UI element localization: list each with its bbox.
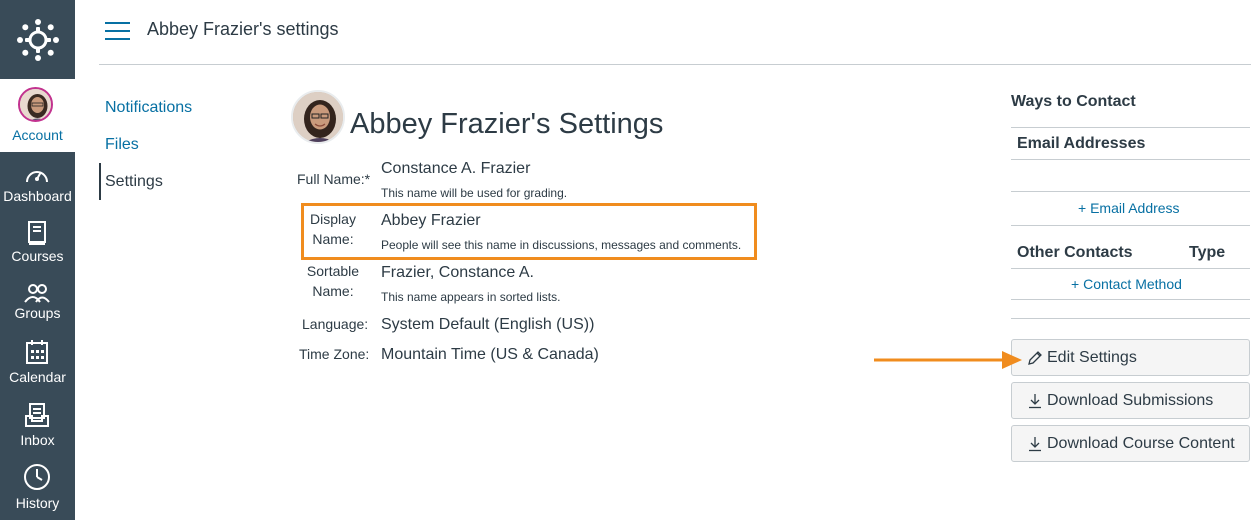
download-submissions-button[interactable]: Download Submissions (1011, 382, 1250, 419)
divider (1011, 191, 1250, 192)
groups-icon (22, 278, 52, 308)
nav-courses-label: Courses (11, 248, 64, 264)
nav-history-label: History (15, 495, 60, 511)
profile-avatar[interactable] (291, 90, 345, 144)
add-contact-label: Contact Method (1083, 276, 1182, 292)
plus-icon: + (1078, 200, 1091, 216)
sortable-name-label-line2: Name: (312, 283, 354, 299)
full-name-value: Constance A. Frazier (381, 160, 531, 177)
display-name-hint: People will see this name in discussions… (381, 238, 742, 252)
nav-courses[interactable]: Courses (0, 218, 75, 268)
language-value: System Default (English (US)) (381, 316, 595, 333)
divider (1011, 318, 1250, 319)
header-divider (99, 64, 1251, 65)
nav-account[interactable]: Account (0, 79, 75, 152)
nav-inbox[interactable]: Inbox (0, 400, 75, 450)
sortable-name-hint: This name appears in sorted lists. (381, 290, 561, 304)
history-icon (22, 462, 52, 492)
full-name-label: Full Name:* (297, 171, 371, 187)
add-email-label: Email Address (1090, 200, 1180, 216)
divider (1011, 299, 1250, 300)
display-name-label-line2: Name: (312, 231, 354, 247)
divider (1011, 225, 1250, 226)
download-icon (1026, 435, 1044, 453)
calendar-icon (22, 337, 52, 367)
canvas-logo-icon[interactable] (0, 0, 75, 79)
nav-dashboard-label: Dashboard (3, 188, 72, 204)
download-submissions-label: Download Submissions (1047, 391, 1214, 409)
timezone-label: Time Zone: (299, 346, 370, 362)
page-title: Abbey Frazier's Settings (350, 108, 664, 140)
full-name-hint: This name will be used for grading. (381, 186, 568, 200)
nav-dashboard[interactable]: Dashboard (0, 160, 75, 210)
download-course-content-label: Download Course Content (1047, 434, 1235, 452)
ways-to-contact-heading: Ways to Contact (1011, 93, 1136, 110)
nav-inbox-label: Inbox (20, 432, 55, 448)
plus-icon: + (1071, 276, 1084, 292)
subnav-notifications-link[interactable]: Notifications (105, 99, 192, 117)
courses-icon (22, 218, 52, 248)
email-addresses-heading: Email Addresses (1017, 135, 1146, 152)
sortable-name-label-line1: Sortable (306, 263, 360, 279)
nav-history[interactable]: History (0, 462, 75, 512)
hamburger-menu-button[interactable] (105, 22, 130, 40)
display-name-value: Abbey Frazier (381, 212, 481, 229)
annotation-arrow-icon (874, 351, 1022, 369)
nav-groups[interactable]: Groups (0, 278, 75, 328)
inbox-icon (22, 400, 52, 430)
account-avatar (18, 87, 53, 122)
add-contact-method-link[interactable]: + Contact Method (1071, 276, 1182, 292)
active-indicator (99, 163, 101, 200)
language-label: Language: (302, 316, 369, 332)
download-course-content-button[interactable]: Download Course Content (1011, 425, 1250, 462)
breadcrumb: Abbey Frazier's settings (147, 19, 339, 39)
nav-calendar-label: Calendar (9, 369, 66, 385)
divider (1011, 268, 1250, 269)
subnav-settings-link[interactable]: Settings (105, 173, 163, 191)
download-icon (1026, 392, 1044, 410)
divider (1011, 127, 1250, 128)
other-contacts-heading: Other Contacts (1017, 244, 1133, 261)
edit-settings-button[interactable]: Edit Settings (1011, 339, 1250, 376)
divider (1011, 159, 1250, 160)
nav-calendar[interactable]: Calendar (0, 337, 75, 387)
nav-groups-label: Groups (14, 305, 61, 321)
nav-account-label: Account (12, 127, 63, 143)
global-navigation: Account Dashboard Courses Groups Calenda… (0, 0, 75, 520)
type-column-heading: Type (1189, 244, 1226, 261)
timezone-value: Mountain Time (US & Canada) (381, 346, 599, 363)
sortable-name-value: Frazier, Constance A. (381, 264, 534, 281)
add-email-address-link[interactable]: + Email Address (1078, 200, 1180, 216)
subnav-files-link[interactable]: Files (105, 136, 139, 154)
pencil-icon (1026, 349, 1044, 367)
dashboard-icon (22, 160, 52, 190)
edit-settings-label: Edit Settings (1047, 348, 1137, 366)
display-name-label-line1: Display (310, 211, 356, 227)
